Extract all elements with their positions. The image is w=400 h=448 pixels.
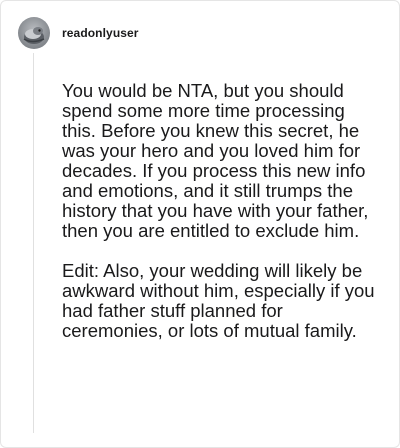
thread-line[interactable]: [33, 53, 34, 433]
comment-card: readonlyuser You would be NTA, but you s…: [0, 0, 400, 448]
avatar-icon: [23, 27, 45, 44]
username[interactable]: readonlyuser: [62, 26, 139, 40]
comment-body: You would be NTA, but you should spend s…: [62, 81, 382, 341]
comment-header: readonlyuser: [18, 17, 139, 49]
comment-paragraph: You would be NTA, but you should spend s…: [62, 80, 369, 241]
avatar[interactable]: [18, 17, 50, 49]
comment-paragraph: Edit: Also, your wedding will likely be …: [62, 260, 375, 341]
